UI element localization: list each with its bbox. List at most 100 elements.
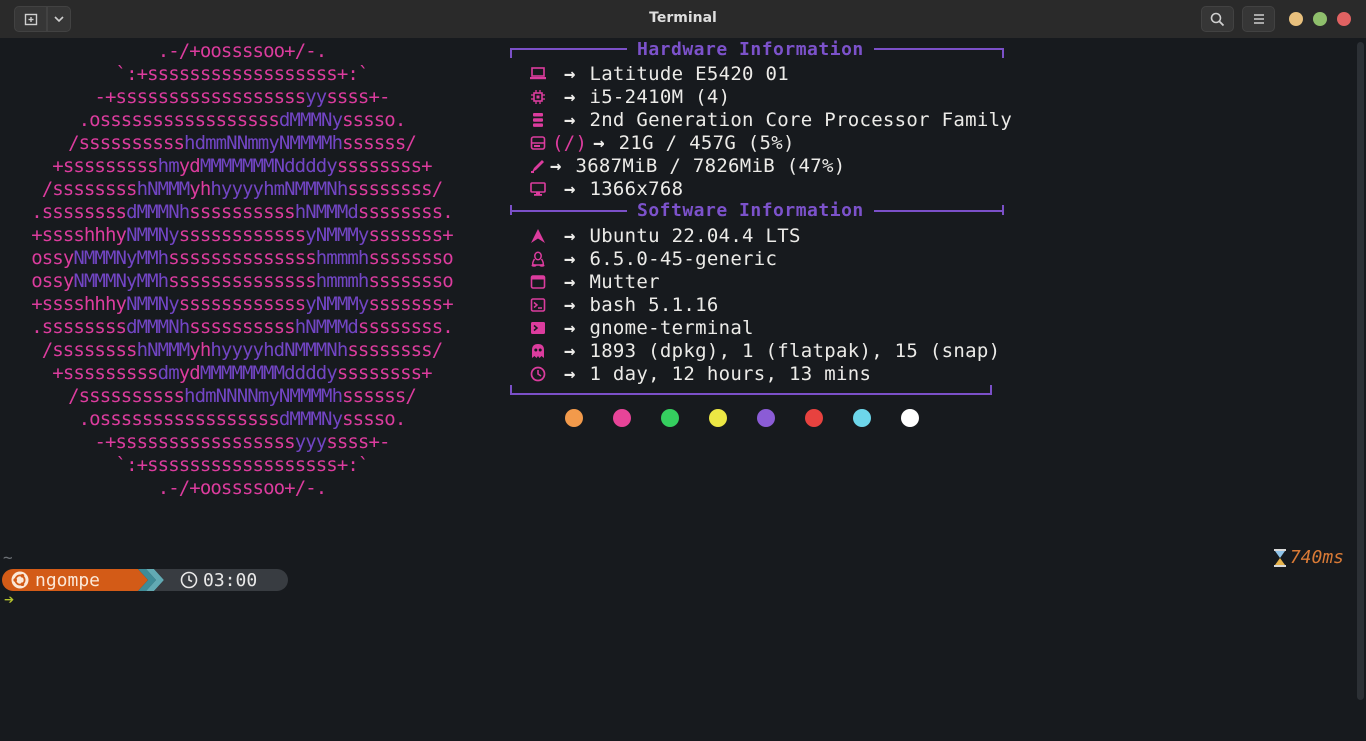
logo-segment: ssssssss+ [336, 362, 433, 384]
search-button[interactable] [1201, 6, 1234, 32]
logo-segment: /ssssssss [41, 178, 138, 200]
logo-segment: MMMMMMMMddddy [199, 362, 338, 384]
logo-segment: ssssssssss [189, 201, 295, 223]
window-title: Terminal [649, 10, 717, 26]
logo-segment: dm [157, 362, 180, 384]
logo-segment: dMMMNy [278, 408, 343, 430]
palette-swatch [565, 409, 583, 427]
hardware-row: → i5-2410M (4) [530, 85, 730, 108]
logo-segment: yy [305, 86, 327, 108]
logo-segment: ossy [31, 247, 74, 269]
logo-segment: hdmNNNNmyNMMMMh [184, 385, 343, 407]
logo-line: .ssssssssdMMMNhsssssssssshNMMMdssssssss. [0, 316, 484, 339]
logo-segment: ssssssss/ [347, 178, 443, 200]
logo-segment: ssssssss/ [347, 339, 443, 361]
hardware-row: → 1366x768 [530, 177, 683, 200]
logo-line: /sssssssssshdmmNNmmyNMMMMhssssss/ [0, 132, 484, 155]
logo-line: /sssssssssshdmNNNNmyNMMMMhssssss/ [0, 385, 484, 408]
arrow-glyph: → [564, 339, 576, 362]
logo-segment: hdmmNNmmyNMMMMh [184, 132, 343, 154]
maximize-button[interactable] [1313, 12, 1327, 26]
software-row: → bash 5.1.16 [530, 293, 719, 316]
logo-segment: NMMNy [126, 293, 180, 315]
logo-segment: sssso. [342, 109, 406, 131]
logo-segment: sssssss+ [368, 224, 453, 246]
logo-line: /sssssssshNMMMyhhyyyyhmNMMMNhssssssss/ [0, 178, 484, 201]
info-box-bottom [510, 393, 992, 395]
logo-segment: yNMMMy [305, 224, 369, 246]
software-title: Software Information [627, 200, 874, 221]
close-button[interactable] [1337, 12, 1351, 26]
info-box-bottom-left [510, 385, 512, 395]
prompt-user-segment: ngompe [2, 569, 130, 591]
logo-line: +ssssssssshmydMMMMMMMNddddyssssssss+ [0, 155, 484, 178]
logo-segment: hNMMM [136, 339, 191, 361]
minimize-button[interactable] [1289, 12, 1303, 26]
logo-segment: +sssshhhy [31, 224, 127, 246]
prompt-time: 03:00 [203, 569, 258, 591]
logo-segment: sssso. [342, 408, 406, 430]
logo-segment: -+ssssssssssssssssss [94, 86, 306, 108]
title-bar: Terminal [0, 0, 1366, 39]
logo-line: +sssshhhyNMMNyssssssssssssyNMMMysssssss+ [0, 224, 484, 247]
command-duration: 740ms [1272, 547, 1344, 568]
arrow-glyph: → [564, 85, 576, 108]
software-row: → 1 day, 12 hours, 13 mins [530, 362, 871, 385]
logo-segment: yd [178, 362, 201, 384]
logo-segment: hmmmh [315, 270, 370, 292]
logo-segment: /ssssssssss [68, 132, 185, 154]
logo-segment: yyy [294, 431, 328, 453]
arrow-glyph: → [564, 247, 576, 270]
chip-icon [530, 112, 546, 128]
logo-segment: .ssssssss [31, 316, 127, 338]
prompt-time-segment: 03:00 [166, 569, 288, 591]
row-value: 21G / 457G (5%) [618, 131, 795, 154]
logo-segment: `:+ssssssssssssssssss+:` [115, 63, 370, 85]
logo-line: -+sssssssssssssssssyyyssss+- [0, 431, 484, 454]
memory-icon [530, 158, 546, 174]
logo-line: +sssshhhyNMMNyssssssssssssyNMMMysssssss+ [0, 293, 484, 316]
prompt-cursor-arrow[interactable]: ➔ [4, 590, 14, 610]
logo-segment: +sssssssss [52, 155, 158, 177]
search-icon [1210, 12, 1225, 26]
logo-segment: ssssssssssss [178, 224, 306, 246]
row-value: 1893 (dpkg), 1 (flatpak), 15 (snap) [589, 339, 1001, 362]
logo-segment: ssss+- [326, 431, 390, 453]
software-row: → gnome-terminal [530, 316, 754, 339]
prompt-username: ngompe [35, 569, 101, 591]
logo-segment: ssss+- [326, 86, 390, 108]
row-value: 2nd Generation Core Processor Family [589, 108, 1013, 131]
menu-button[interactable] [1242, 6, 1275, 32]
terminal-icon [530, 320, 546, 336]
logo-segment: ssssss/ [342, 385, 417, 407]
row-value: Ubuntu 22.04.4 LTS [589, 224, 801, 247]
logo-line: .ssssssssdMMMNhsssssssssshNMMMdssssssss. [0, 201, 484, 224]
software-row: → Mutter [530, 270, 660, 293]
clock-icon [530, 366, 546, 382]
logo-segment: ssssssss. [357, 316, 454, 338]
software-box-corner-left [510, 205, 512, 215]
row-value: i5-2410M (4) [589, 85, 731, 108]
palette-swatch [901, 409, 919, 427]
row-value: 3687MiB / 7826MiB (47%) [575, 154, 846, 177]
logo-segment: .ssssssss [31, 201, 127, 223]
logo-segment: hyyyyhdNMMMNh [210, 339, 348, 361]
arrow-glyph: → [564, 224, 576, 247]
logo-line: .osssssssssssssssssdMMMNysssso. [0, 109, 484, 132]
hamburger-icon [1253, 14, 1264, 24]
arrow-glyph: → [593, 131, 605, 154]
logo-segment: ssssss/ [342, 132, 417, 154]
logo-segment: +sssssssss [52, 362, 158, 384]
logo-segment: ssssssssssssss [168, 270, 316, 292]
palette-swatch [709, 409, 727, 427]
logo-segment: `:+ssssssssssssssssss+:` [115, 454, 370, 476]
logo-segment: dMMMNy [278, 109, 343, 131]
row-value: 6.5.0-45-generic [589, 247, 778, 270]
logo-line: `:+ssssssssssssssssss+:` [0, 454, 484, 477]
laptop-icon [530, 66, 546, 82]
logo-line: .-/+oossssoo+/-. [0, 477, 484, 500]
logo-segment: .-/+oossssoo+/-. [157, 477, 328, 499]
hardware-title: Hardware Information [627, 39, 874, 60]
scrollbar[interactable] [1357, 42, 1364, 700]
software-row: → Ubuntu 22.04.4 LTS [530, 224, 801, 247]
